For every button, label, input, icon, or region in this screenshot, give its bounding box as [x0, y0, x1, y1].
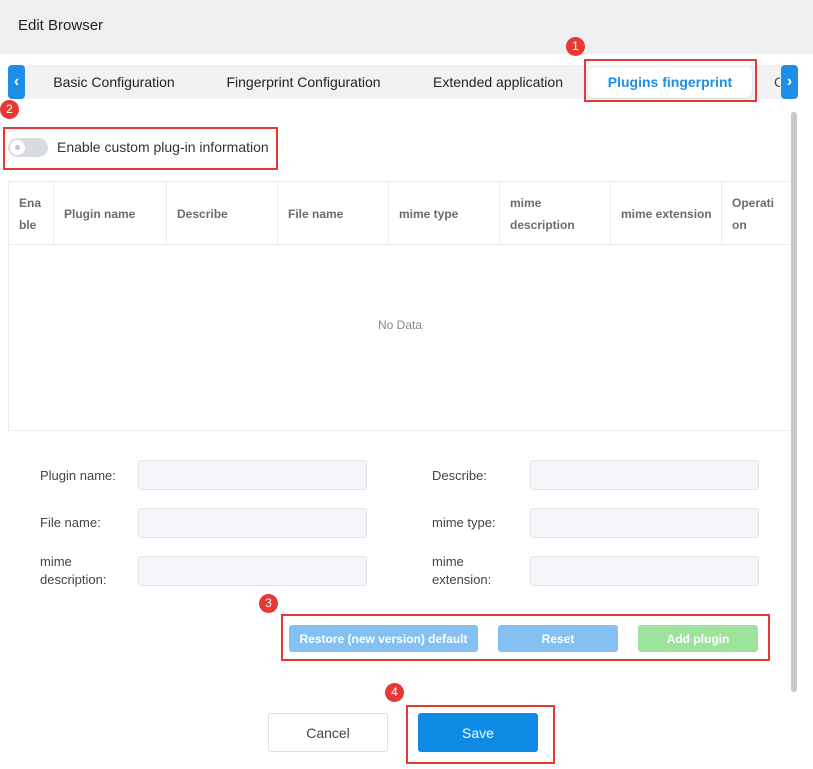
scrollbar[interactable]: [791, 112, 797, 692]
annotation-badge-3: 3: [259, 594, 278, 613]
annotation-box-3: [281, 614, 770, 661]
tab-overflow-partial[interactable]: C: [774, 65, 780, 99]
annotation-badge-1: 1: [566, 37, 585, 56]
title-bar: Edit Browser: [0, 0, 813, 54]
tab-next-button[interactable]: ›: [781, 65, 798, 99]
tab-fingerprint-configuration[interactable]: Fingerprint Configuration: [206, 65, 401, 99]
mime-type-input[interactable]: [530, 508, 759, 538]
table-header: Ena ble Plugin name Describe File name m…: [9, 182, 791, 245]
annotation-box-4: [406, 705, 555, 764]
column-header-plugin-name: Plugin name: [54, 182, 167, 245]
mime-type-label: mime type:: [432, 515, 496, 530]
tab-prev-button[interactable]: ‹: [8, 65, 25, 99]
plugins-table: Ena ble Plugin name Describe File name m…: [8, 181, 792, 431]
annotation-box-2: [3, 127, 278, 170]
describe-label: Describe:: [432, 468, 487, 483]
cancel-button[interactable]: Cancel: [268, 713, 388, 752]
mime-description-label: mime description:: [40, 554, 107, 587]
describe-input[interactable]: [530, 460, 759, 490]
plugin-name-input[interactable]: [138, 460, 367, 490]
file-name-input[interactable]: [138, 508, 367, 538]
column-header-operation: Operati on: [732, 195, 775, 232]
tab-extended-application[interactable]: Extended application: [414, 65, 582, 99]
plugin-name-label: Plugin name:: [40, 468, 116, 483]
window-title: Edit Browser: [18, 17, 104, 34]
annotation-box-1: [584, 59, 757, 102]
table-empty-text: No Data: [377, 318, 423, 332]
tab-basic-configuration[interactable]: Basic Configuration: [34, 65, 194, 99]
chevron-right-icon: ›: [786, 73, 793, 90]
column-header-file-name: File name: [278, 182, 389, 245]
mime-description-input[interactable]: [138, 556, 367, 586]
mime-extension-input[interactable]: [530, 556, 759, 586]
mime-extension-label: mime extension:: [432, 554, 492, 587]
chevron-left-icon: ‹: [13, 73, 20, 90]
column-header-mime-description: mime description: [500, 182, 611, 245]
column-header-enable: Ena ble: [9, 182, 54, 245]
annotation-badge-2: 2: [0, 100, 19, 119]
column-header-describe: Describe: [167, 182, 278, 245]
file-name-label: File name:: [40, 515, 101, 530]
annotation-badge-4: 4: [385, 683, 404, 702]
column-header-mime-type: mime type: [389, 182, 500, 245]
column-header-mime-extension: mime extension: [611, 182, 722, 245]
